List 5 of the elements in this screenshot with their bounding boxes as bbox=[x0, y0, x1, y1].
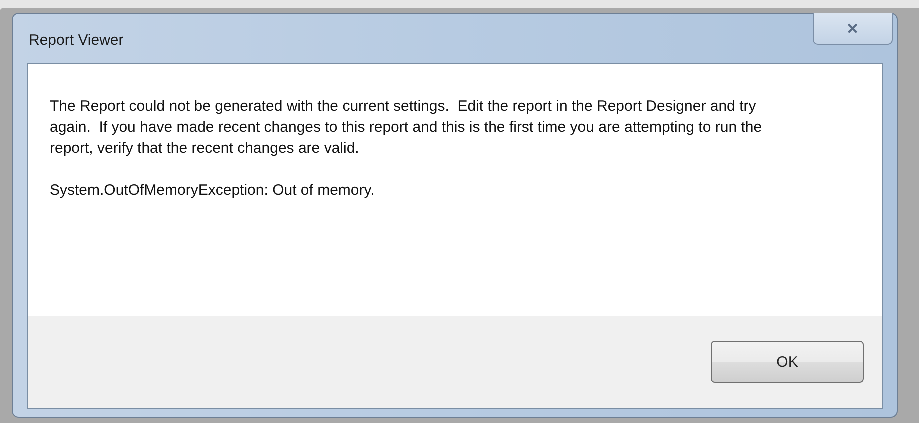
close-button[interactable]: ✕ bbox=[813, 13, 893, 45]
window-title: Report Viewer bbox=[28, 32, 124, 49]
exception-text: System.OutOfMemoryException: Out of memory. bbox=[50, 181, 376, 201]
error-message: The Report could not be generated with the current settings. Edit the report in the Report Designer and try again. If you have made recent changes to this report and this is the first time you are attempting to run the report, verify that the recent changes are valid. bbox=[50, 97, 764, 159]
ok-button[interactable]: OK bbox=[711, 341, 864, 383]
